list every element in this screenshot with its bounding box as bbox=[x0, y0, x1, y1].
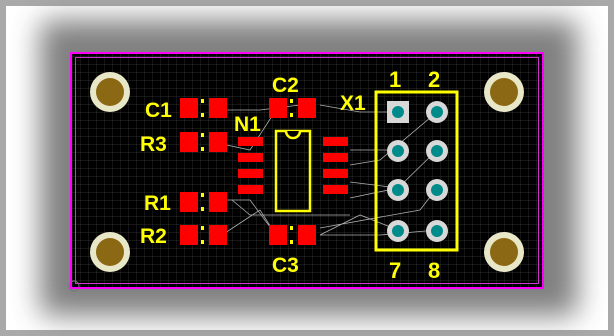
board-keepout bbox=[75, 57, 539, 284]
